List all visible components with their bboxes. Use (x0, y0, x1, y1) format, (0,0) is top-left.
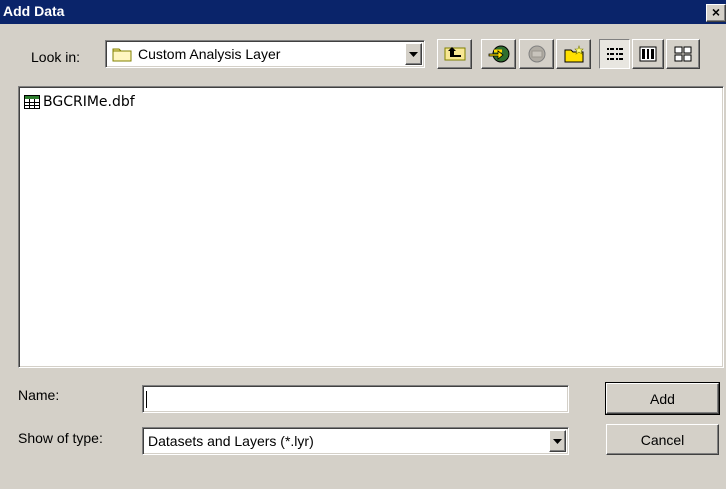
details-view-icon (639, 46, 657, 62)
up-one-level-button[interactable] (437, 39, 472, 69)
file-list[interactable]: BGCRIMe.dbf (18, 86, 724, 368)
add-data-dialog: Add Data × Look in: Custom Analysis Laye… (0, 0, 726, 489)
list-item[interactable]: BGCRIMe.dbf (24, 94, 135, 110)
look-in-label: Look in: (31, 49, 81, 65)
close-icon: × (711, 4, 721, 20)
new-folder-button[interactable] (556, 39, 591, 69)
look-in-dropdown[interactable]: Custom Analysis Layer (105, 40, 425, 68)
name-label: Name: (18, 387, 60, 403)
name-field[interactable] (142, 385, 569, 413)
list-view-icon (606, 48, 623, 60)
cancel-button[interactable]: Cancel (606, 424, 719, 455)
chevron-down-icon (409, 51, 418, 57)
connect-to-folder-button[interactable] (481, 39, 516, 69)
window-title: Add Data (3, 3, 65, 19)
add-button[interactable]: Add (605, 382, 720, 415)
look-in-value-wrap: Custom Analysis Layer (112, 41, 280, 67)
disconnect-from-folder-icon (528, 45, 545, 63)
thumbnails-view-button[interactable] (666, 39, 700, 69)
file-name: BGCRIMe.dbf (43, 94, 135, 110)
close-button[interactable]: × (706, 4, 726, 22)
connect-to-folder-icon (488, 45, 509, 63)
list-view-button[interactable] (599, 39, 630, 69)
folder-icon (112, 48, 132, 62)
thumbnails-view-icon (674, 46, 692, 62)
table-icon (24, 95, 40, 109)
show-of-type-dropdown-button[interactable] (549, 430, 566, 452)
show-of-type-label: Show of type: (18, 430, 103, 446)
look-in-value: Custom Analysis Layer (138, 46, 281, 62)
text-caret (146, 391, 147, 408)
up-one-level-icon (444, 47, 465, 61)
disconnect-from-folder-button[interactable] (519, 39, 554, 69)
details-view-button[interactable] (632, 39, 664, 69)
look-in-dropdown-button[interactable] (405, 43, 422, 65)
show-of-type-dropdown[interactable]: Datasets and Layers (*.lyr) (142, 427, 569, 455)
new-folder-icon (564, 45, 584, 63)
show-of-type-value: Datasets and Layers (*.lyr) (148, 433, 314, 449)
title-bar[interactable]: Add Data (0, 0, 726, 24)
chevron-down-icon (553, 438, 562, 444)
